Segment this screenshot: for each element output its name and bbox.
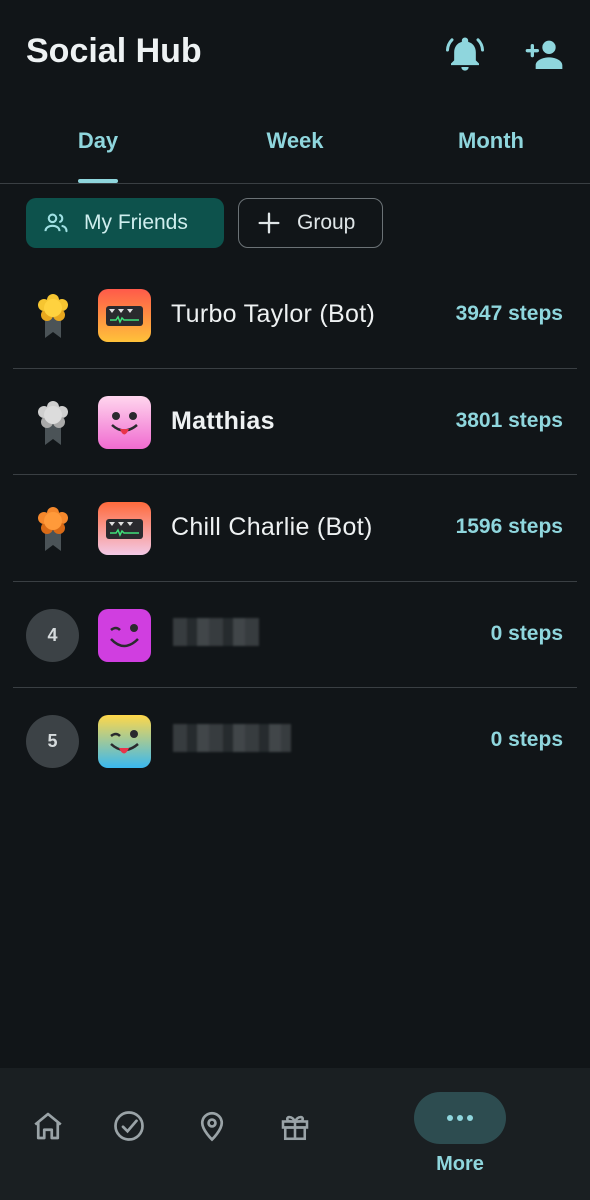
screen: Social Hub Day Week Month My Friends Gro… (0, 0, 590, 1200)
tab-week-label: Week (266, 128, 324, 153)
avatar (98, 608, 151, 662)
silver-medal-icon (27, 395, 79, 449)
redacted-name (173, 617, 259, 646)
avatar (98, 502, 151, 555)
add-group-chip[interactable]: Group (238, 198, 383, 248)
selected-tab-indicator (78, 179, 118, 183)
tab-month[interactable]: Month (393, 128, 589, 184)
avatar (98, 715, 151, 768)
leaderboard-row[interactable]: Matthias 3801 steps (13, 369, 577, 475)
gift-icon[interactable] (277, 1108, 317, 1148)
gold-medal-icon (27, 288, 79, 342)
add-person-icon[interactable] (524, 34, 564, 74)
leaderboard-row[interactable]: Turbo Taylor (Bot) 3947 steps (13, 262, 577, 369)
redacted-name (173, 724, 291, 752)
tab-day[interactable]: Day (0, 128, 196, 184)
top-app-bar: Social Hub (0, 0, 590, 105)
user-name: Turbo Taylor (Bot) (171, 300, 376, 328)
step-count: 1596 steps (455, 515, 563, 538)
leaderboard-row[interactable]: 4 0 steps (13, 582, 577, 688)
my-friends-label: My Friends (84, 211, 188, 234)
my-friends-chip[interactable]: My Friends (26, 198, 224, 248)
step-count: 0 steps (490, 728, 563, 751)
location-pin-icon[interactable] (194, 1108, 234, 1148)
bottom-navigation: More (0, 1068, 590, 1200)
rank-badge: 4 (26, 608, 79, 662)
check-circle-icon[interactable] (111, 1108, 151, 1148)
more-icon (447, 1115, 473, 1121)
user-name: Chill Charlie (Bot) (171, 513, 373, 541)
step-count: 3947 steps (455, 302, 563, 325)
more-label: More (436, 1153, 484, 1175)
plus-icon (255, 209, 283, 237)
people-icon (42, 209, 70, 237)
leaderboard-list: Turbo Taylor (Bot) 3947 steps Matthias 3… (0, 262, 590, 795)
leaderboard-row[interactable]: 5 0 steps (13, 688, 577, 795)
group-label: Group (297, 211, 356, 234)
tab-month-label: Month (458, 128, 524, 153)
page-title: Social Hub (26, 32, 202, 70)
step-count: 3801 steps (455, 408, 563, 432)
bell-icon[interactable] (445, 34, 485, 74)
leaderboard-row[interactable]: Chill Charlie (Bot) 1596 steps (13, 475, 577, 582)
tab-day-label: Day (77, 128, 119, 153)
user-name: Matthias (171, 406, 275, 435)
bronze-medal-icon (27, 501, 79, 555)
period-tabs: Day Week Month (0, 118, 590, 184)
tab-week[interactable]: Week (197, 128, 393, 184)
rank-badge: 5 (26, 715, 79, 768)
avatar (98, 395, 151, 449)
avatar (98, 289, 151, 342)
more-button[interactable] (414, 1092, 506, 1144)
home-icon[interactable] (30, 1108, 70, 1148)
step-count: 0 steps (490, 621, 563, 645)
